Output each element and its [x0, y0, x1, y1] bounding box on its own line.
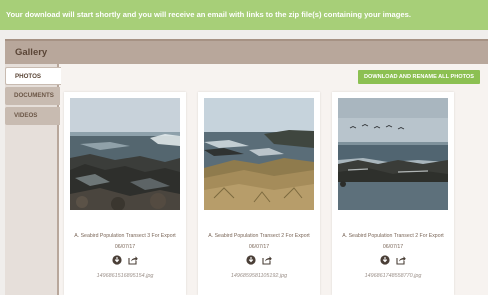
gallery-title: Gallery	[15, 47, 48, 58]
photo-card: A. Seabird Population Transect 3 For Exp…	[64, 92, 186, 295]
tab-videos[interactable]: VIDEOS	[5, 107, 60, 125]
photo-date: 06/07/17	[114, 244, 136, 250]
photo-thumbnail[interactable]	[204, 98, 314, 210]
download-notice-banner: Your download will start shortly and you…	[0, 0, 488, 30]
photo-thumbnail[interactable]	[70, 98, 180, 210]
photo-date: 06/07/17	[248, 244, 270, 250]
tab-photos[interactable]: PHOTOS	[5, 67, 61, 85]
gallery-header: Gallery	[5, 39, 488, 64]
photo-card: A. Seabird Population Transect 2 For Exp…	[198, 92, 320, 295]
photo-date: 06/07/17	[382, 244, 404, 250]
download-rename-all-button[interactable]: DOWNLOAD AND RENAME ALL PHOTOS	[358, 70, 480, 84]
tab-documents[interactable]: DOCUMENTS	[5, 87, 60, 105]
photo-caption: A. Seabird Population Transect 3 For Exp…	[74, 233, 176, 239]
photo-thumbnail[interactable]	[338, 98, 448, 210]
media-tabs: PHOTOS DOCUMENTS VIDEOS	[5, 64, 61, 295]
share-arrow-icon[interactable]	[396, 255, 407, 265]
photo-actions	[332, 255, 454, 265]
photo-actions	[198, 255, 320, 265]
download-circle-icon[interactable]	[112, 255, 122, 265]
photo-card: A. Seabird Population Transect 2 For Exp…	[332, 92, 454, 295]
photo-actions	[64, 255, 186, 265]
photo-filename: 1496861516895154.jpg	[96, 273, 154, 279]
download-circle-icon[interactable]	[380, 255, 390, 265]
share-arrow-icon[interactable]	[262, 255, 273, 265]
photo-filename: 1496861748558770.jpg	[364, 273, 422, 279]
photo-caption: A. Seabird Population Transect 2 For Exp…	[342, 233, 444, 239]
photo-filename: 1496859581105192.jpg	[230, 273, 288, 279]
photo-caption: A. Seabird Population Transect 2 For Exp…	[208, 233, 310, 239]
banner-message: Your download will start shortly and you…	[6, 10, 411, 19]
share-arrow-icon[interactable]	[128, 255, 139, 265]
download-circle-icon[interactable]	[246, 255, 256, 265]
